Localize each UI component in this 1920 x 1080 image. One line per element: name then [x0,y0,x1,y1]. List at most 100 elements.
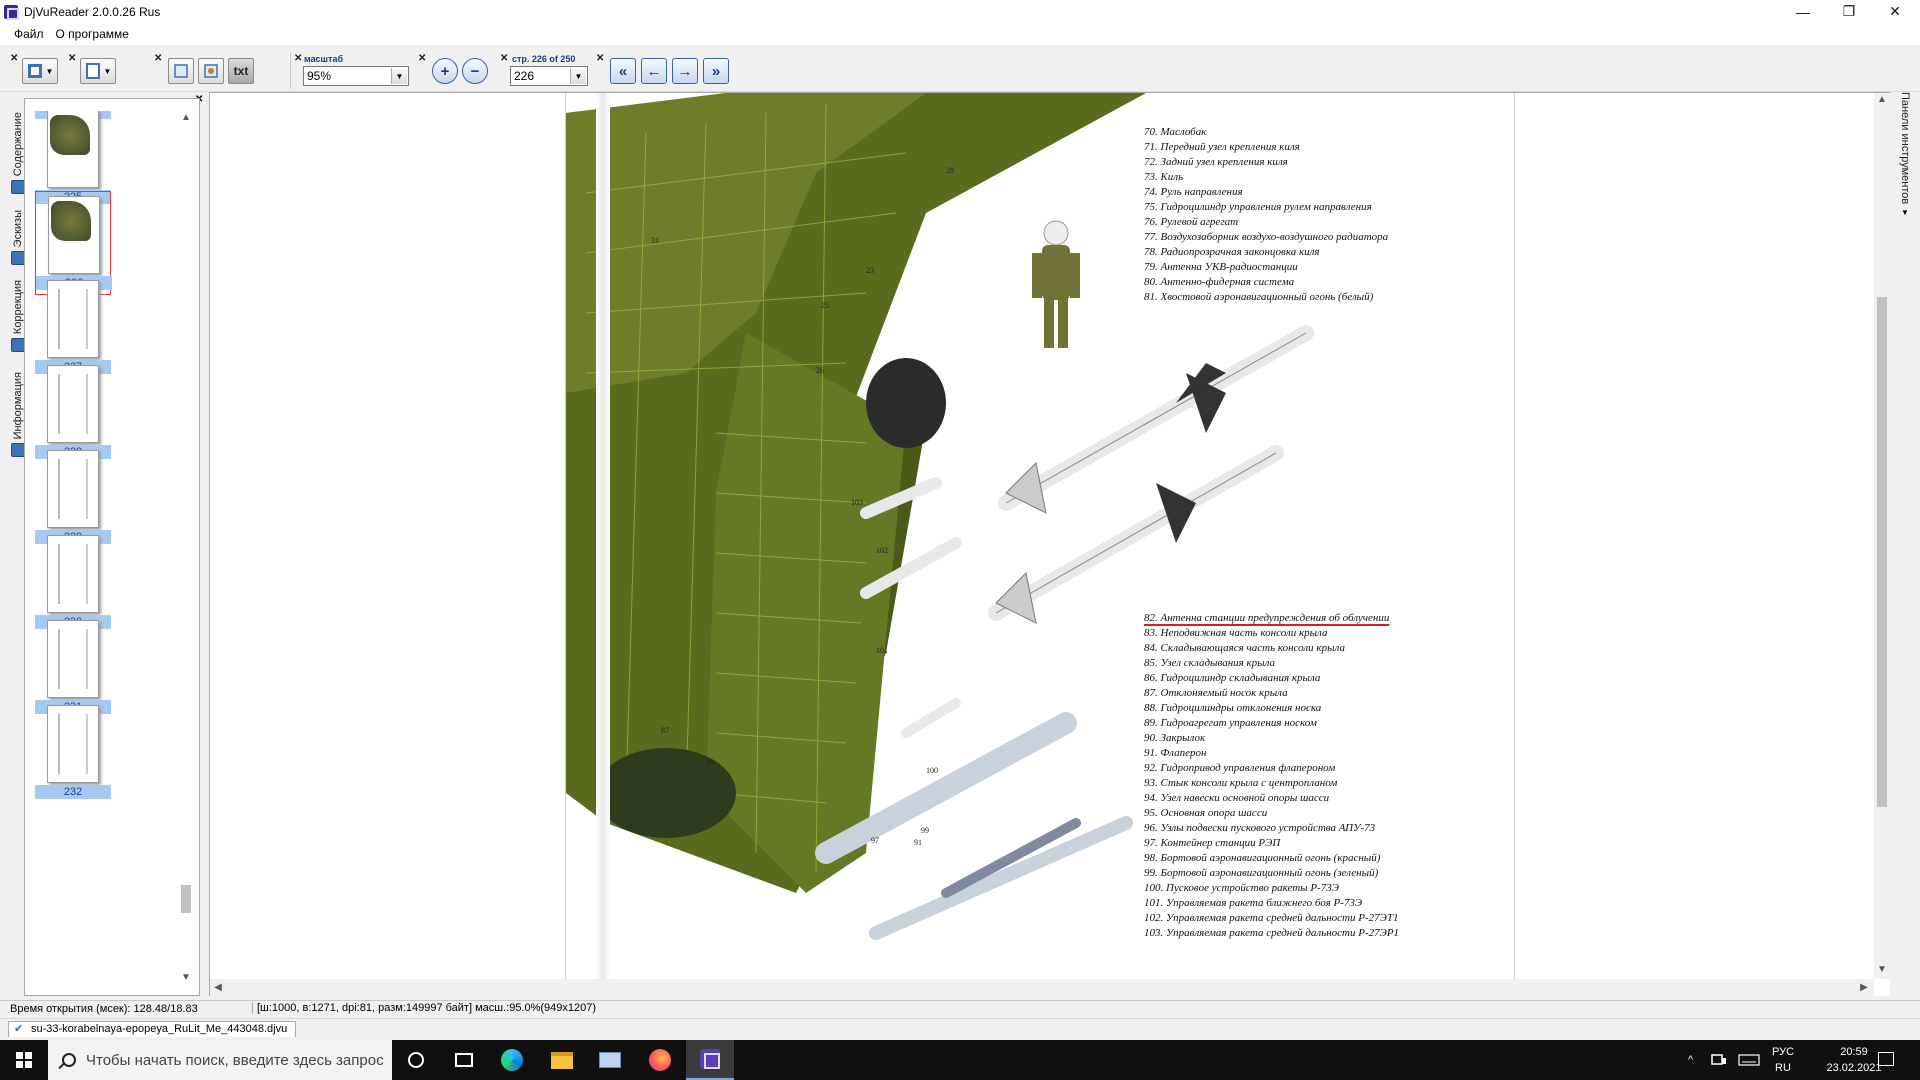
mail-app-button[interactable] [586,1040,634,1080]
djvureader-app-button[interactable] [686,1040,734,1080]
firefox-app-button[interactable] [636,1040,684,1080]
start-button[interactable] [0,1040,48,1080]
djvureader-app-icon [4,4,19,20]
toolbar-group-close-icon[interactable]: ✕ [154,54,162,64]
cortana-button[interactable] [392,1040,440,1080]
legend-item: 93. Стык консоли крыла с центропланом [1144,777,1338,789]
maximize-button[interactable]: ❐ [1826,0,1872,23]
toolbar-group-close-icon[interactable]: ✕ [500,54,508,64]
thumbnail-image [48,196,100,274]
scrollbar-thumb[interactable] [181,885,191,913]
close-button[interactable]: ✕ [1872,0,1918,23]
callout-number: 25 [821,301,829,310]
toolbar-separator [290,53,291,89]
edge-app-button[interactable] [488,1040,536,1080]
network-tray-button[interactable] [1710,1040,1728,1080]
djvureader-icon [700,1049,720,1069]
callout-number: 23 [866,266,874,275]
scroll-down-icon[interactable]: ▼ [1874,963,1890,977]
legend-item: 97. Контейнер станции РЭП [1144,837,1281,849]
tab-information-label: Информация [12,372,24,440]
thumbnail-image [47,535,99,613]
view-mode-button[interactable]: ▼ [22,58,58,84]
toolbar-group-close-icon[interactable]: ✕ [418,54,426,64]
minimize-button[interactable]: — [1780,0,1826,23]
legend-item: 74. Руль направления [1144,186,1243,198]
scroll-left-icon[interactable]: ◀ [210,981,226,995]
toolbar-group-close-icon[interactable]: ✕ [10,54,18,64]
zoom-in-button[interactable]: + [432,58,458,84]
file-explorer-app-button[interactable] [538,1040,586,1080]
select-text-button[interactable]: txt [228,58,254,84]
keyboard-icon [1738,1054,1760,1066]
thumbnail-image [47,280,99,358]
first-page-button[interactable]: « [610,58,636,84]
legend-item: 99. Бортовой аэронавигационный огонь (зе… [1144,867,1379,879]
previous-page-button[interactable]: ← [641,58,667,84]
firefox-icon [649,1049,671,1071]
legend-item: 77. Воздухозаборник воздухо-воздушного р… [1144,231,1389,243]
keyboard-tray-button[interactable] [1738,1040,1760,1080]
legend-item: 98. Бортовой аэронавигационный огонь (кр… [1144,852,1381,864]
scroll-up-icon[interactable]: ▲ [1874,93,1890,107]
toolbar-group-close-icon[interactable]: ✕ [596,54,604,64]
select-image-button[interactable] [198,58,224,84]
scroll-down-icon[interactable]: ▼ [178,971,194,985]
tab-contents-label: Содержание [12,112,24,177]
document-horizontal-scrollbar[interactable]: ◀ ▶ [210,979,1874,997]
document-tab-filename: su-33-korabelnaya-epopeya_RuLit_Me_44304… [31,1023,288,1035]
notification-center-icon[interactable] [1878,1052,1894,1066]
thumbnail-image [47,620,99,698]
chevron-down-icon: ▼ [103,66,112,76]
legend-item: 79. Антенна УКВ-радиостанции [1144,261,1298,273]
thumbnail-page-232[interactable]: 232 [35,701,111,805]
next-page-button[interactable]: → [672,58,698,84]
legend-list-bottom: 82. Антенна станции предупреждения об об… [1144,611,1399,941]
toolbar: ✕ ▼ ✕ ▼ ✕ txt ✕ масштаб 95% ▼ ✕ + − ✕ ст… [0,45,1920,92]
document-page: 282325261031021011009997919087531 70. Ма… [565,93,1515,979]
callout-number: 101 [876,646,888,655]
tray-overflow-button[interactable]: ^ [1688,1040,1693,1080]
legend-item: 91. Флаперон [1144,747,1207,759]
callout-number: 90 [706,758,714,767]
input-language-indicator[interactable]: РУС RU [1768,1044,1798,1076]
zoom-out-button[interactable]: − [462,58,488,84]
tool-panels-tab[interactable]: Панели инструментов ▼ [1893,92,1917,242]
thumbnail-scrollbar[interactable]: ▲ ▼ [178,111,194,985]
document-scrollbar-thumb[interactable] [1877,297,1887,807]
legend-item: 70. Маслобак [1144,126,1207,138]
thumbnail-artwork [58,714,88,774]
last-page-button[interactable]: » [703,58,729,84]
callout-number: 100 [926,766,938,775]
legend-items-bottom: 83. Неподвижная часть консоли крыла 84. С… [1144,626,1399,941]
menu-about[interactable]: О программе [50,25,135,43]
scroll-up-icon[interactable]: ▲ [178,111,194,125]
page-label: стр. 226 of 250 [512,54,576,64]
thumbnail-list: 224225226227228229230231232 [35,111,135,983]
legend-item: 96. Узлы подвески пускового устройства А… [1144,822,1376,834]
document-viewport[interactable]: 282325261031021011009997919087531 70. Ма… [209,92,1890,997]
document-vertical-scrollbar[interactable]: ▲ ▼ [1874,93,1890,979]
page-combo[interactable]: 226 ▼ [510,66,588,86]
callout-number: 31 [651,236,659,245]
page-gutter [596,93,610,979]
task-view-button[interactable] [440,1040,488,1080]
chevron-down-icon[interactable]: ▼ [570,68,586,84]
open-time-status: Время открытия (мсек): 128.48/18.83 [10,1003,198,1015]
chevron-down-icon[interactable]: ▼ [391,68,407,84]
scale-combo[interactable]: 95% ▼ [303,66,409,86]
page-layout-button[interactable]: ▼ [80,58,116,84]
scroll-right-icon[interactable]: ▶ [1856,981,1872,995]
page-layout-icon [85,63,100,79]
toolbar-group-close-icon[interactable]: ✕ [68,54,76,64]
taskbar-search-box[interactable]: Чтобы начать поиск, введите здесь запрос [48,1040,392,1080]
cortana-icon [408,1052,424,1068]
menu-file[interactable]: Файл [8,25,50,43]
select-image-icon [204,64,218,78]
select-region-button[interactable] [168,58,194,84]
toolbar-group-close-icon[interactable]: ✕ [294,54,302,64]
callout-number: 103 [851,498,863,507]
search-icon [62,1053,76,1067]
status-bar: Время открытия (мсек): 128.48/18.83 [ш:1… [0,1000,1920,1018]
document-tab[interactable]: ✔ su-33-korabelnaya-epopeya_RuLit_Me_443… [8,1021,297,1037]
